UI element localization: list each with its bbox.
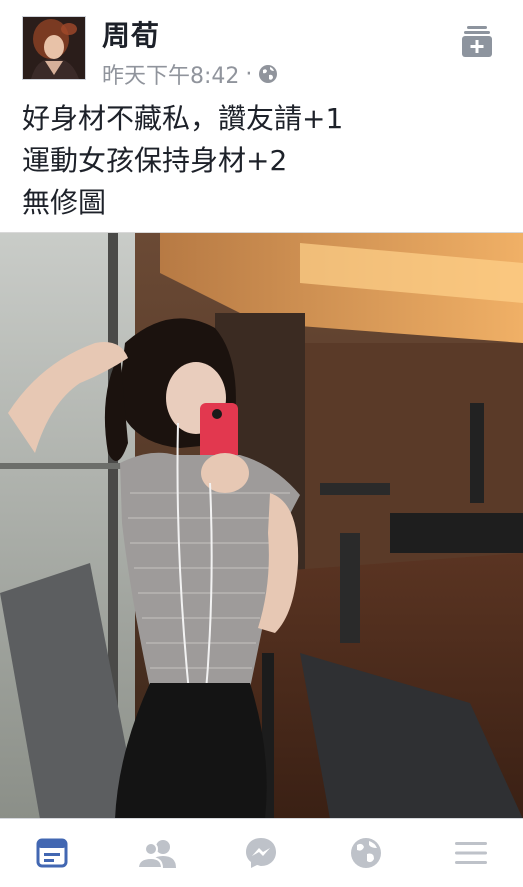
author-avatar[interactable] [22,16,86,80]
facebook-post-screen: 周荀 昨天下午8:42 · 好身材不藏私，讚友請+1 運動女孩保持身材+2 無修… [0,0,523,887]
caption-line-2: 運動女孩保持身材+2 [22,144,288,177]
news-feed-icon [36,838,68,868]
caption-line-3: 無修圖 [22,186,107,219]
meta-separator: · [245,61,253,87]
menu-icon [454,842,487,864]
post-meta: 昨天下午8:42 · [102,58,278,90]
tab-news-feed[interactable] [30,831,74,875]
bottom-tab-bar [0,818,523,887]
post-photo[interactable] [0,232,523,819]
tab-menu[interactable] [449,831,493,875]
tab-messenger[interactable] [239,831,283,875]
friends-icon [137,840,176,868]
notifications-globe-icon [351,838,382,868]
globe-icon [259,65,278,83]
post-header: 周荀 昨天下午8:42 · [0,0,523,92]
save-post-button[interactable] [461,24,493,58]
messenger-icon [246,838,277,868]
post-timestamp[interactable]: 昨天下午8:42 [102,58,239,90]
caption-line-1: 好身材不藏私，讚友請+1 [22,102,344,135]
author-name[interactable]: 周荀 [102,14,160,54]
tab-notifications[interactable] [344,831,388,875]
tab-friends[interactable] [135,831,179,875]
avatar-image [23,17,85,79]
gym-selfie-photo [0,233,523,819]
post-caption: 好身材不藏私，讚友請+1 運動女孩保持身材+2 無修圖 [22,98,502,224]
save-add-icon [462,26,492,57]
